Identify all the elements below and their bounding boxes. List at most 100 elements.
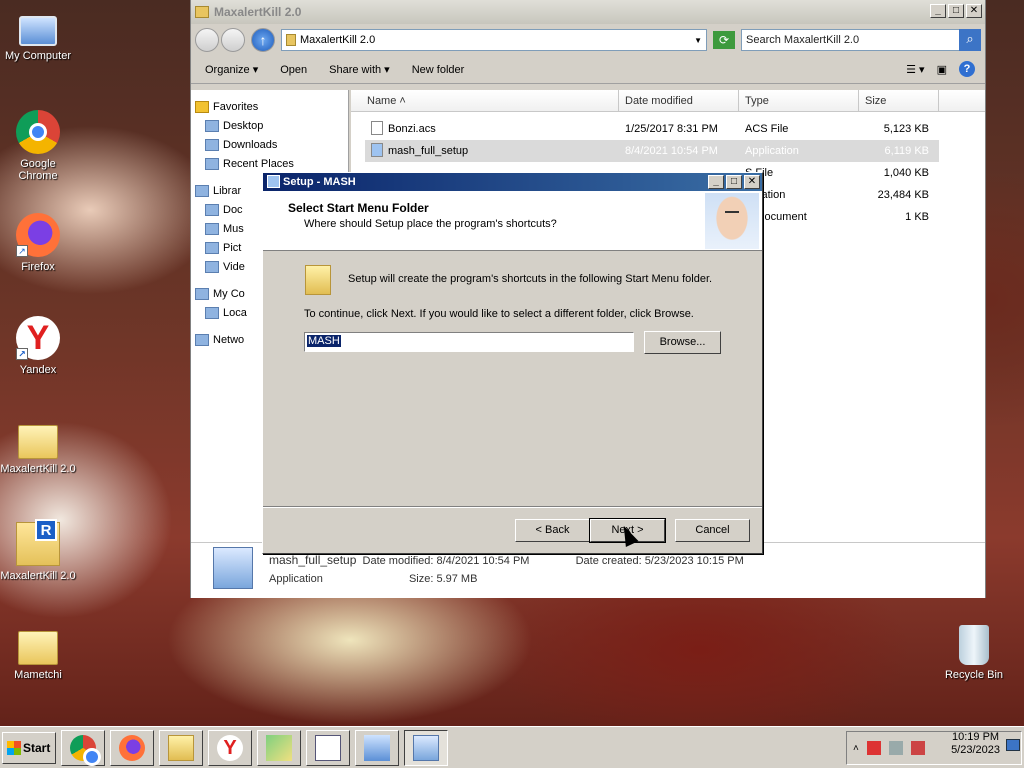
chevron-up-icon[interactable]: ˄	[853, 743, 859, 754]
taskbar: Start Y ˄ 10:19 PM 5/23/2023	[0, 726, 1024, 768]
music-icon	[205, 223, 219, 235]
taskbar-yandex[interactable]: Y	[208, 729, 252, 766]
maxalertkill-icon: R	[16, 519, 60, 566]
column-header-type[interactable]: Type	[739, 90, 859, 111]
views-icon[interactable]: ☰ ▾	[906, 63, 924, 76]
column-header-date[interactable]: Date modified	[619, 90, 739, 111]
desktop-icon-label: Yandex	[19, 364, 57, 376]
back-button[interactable]: < Back	[515, 519, 590, 542]
clock-date: 5/23/2023	[951, 744, 1000, 756]
desktop-icon-recycle-bin[interactable]: Recycle Bin	[936, 625, 1012, 681]
search-icon[interactable]: ⌕	[959, 29, 981, 51]
firefox-icon: ↗	[16, 213, 60, 257]
setup-app-icon	[213, 547, 253, 589]
recycle-bin-icon	[959, 625, 989, 665]
search-placeholder: Search MaxalertKill 2.0	[746, 34, 860, 46]
drive-icon	[205, 307, 219, 319]
search-input[interactable]: Search MaxalertKill 2.0 ⌕	[741, 29, 981, 51]
chrome-icon	[16, 110, 60, 154]
taskbar-setup-mash[interactable]	[404, 729, 448, 766]
close-button[interactable]: ✕	[744, 175, 760, 189]
close-button[interactable]: ✕	[966, 4, 982, 18]
maximize-button[interactable]: □	[726, 175, 742, 189]
column-header-name[interactable]: Name ˄	[351, 90, 619, 111]
maximize-button[interactable]: □	[948, 4, 964, 18]
shortcut-arrow-icon: ↗	[16, 348, 28, 360]
desktop-icon-yandex[interactable]: Y ↗ Yandex	[0, 316, 76, 376]
start-menu-folder-input[interactable]: MASH	[304, 332, 634, 352]
nav-downloads[interactable]: Downloads	[191, 136, 348, 155]
setup-dialog: Setup - MASH _ □ ✕ Select Start Menu Fol…	[262, 172, 763, 554]
cancel-button[interactable]: Cancel	[675, 519, 750, 542]
file-row-selected[interactable]: mash_full_setup 8/4/2021 10:54 PM Applic…	[365, 140, 939, 162]
address-text: MaxalertKill 2.0	[300, 34, 376, 46]
documents-icon	[205, 204, 219, 216]
desktop-icon-maxalertkill-folder[interactable]: MaxalertKill 2.0	[0, 419, 76, 475]
desktop-icon-google-chrome[interactable]: Google Chrome	[0, 110, 76, 182]
clock[interactable]: 10:19 PM 5/23/2023	[951, 731, 1000, 757]
taskbar-app-6[interactable]	[306, 729, 350, 766]
control-panel-icon	[364, 734, 390, 761]
folder-icon	[286, 34, 296, 46]
yandex-icon: Y	[217, 734, 243, 761]
open-button[interactable]: Open	[280, 64, 307, 76]
taskbar-chrome[interactable]	[61, 729, 105, 766]
network-icon[interactable]	[888, 741, 903, 755]
desktop-icon-label: MaxalertKill 2.0	[0, 570, 76, 582]
computer-icon	[19, 16, 57, 46]
volume-muted-icon[interactable]	[910, 741, 925, 755]
explorer-title-bar[interactable]: MaxalertKill 2.0 _ □ ✕	[191, 0, 985, 24]
setup-info-text: Setup will create the program's shortcut…	[348, 273, 713, 285]
column-header-size[interactable]: Size	[859, 90, 939, 111]
taskbar-app-7[interactable]	[355, 729, 399, 766]
folder-icon	[168, 734, 194, 761]
setup-subheading: Where should Setup place the program's s…	[304, 218, 557, 230]
computer-icon	[195, 288, 209, 300]
desktop-icon-label: Mametchi	[14, 669, 62, 681]
desktop-icon-my-computer[interactable]: My Computer	[0, 10, 76, 62]
share-with-button[interactable]: Share with ▾	[329, 63, 390, 76]
desktop-icon	[205, 120, 219, 132]
browse-button[interactable]: Browse...	[644, 331, 721, 354]
taskbar-app-5[interactable]	[257, 729, 301, 766]
preview-pane-icon[interactable]: ▣	[937, 63, 947, 76]
desktop-icon-mametchi[interactable]: Mametchi	[0, 625, 76, 681]
organize-button[interactable]: Organize ▾	[205, 63, 258, 76]
show-desktop-icon[interactable]	[1006, 739, 1020, 751]
libraries-icon	[195, 185, 209, 197]
desktop-icon-label: MaxalertKill 2.0	[0, 463, 76, 475]
chevron-down-icon[interactable]: ▼	[694, 36, 702, 45]
mascot-image	[705, 193, 759, 249]
taskbar-explorer[interactable]	[159, 729, 203, 766]
document-icon	[315, 734, 341, 761]
taskbar-firefox[interactable]	[110, 729, 154, 766]
desktop-icon-label: My Computer	[4, 50, 72, 62]
back-nav-button[interactable]	[195, 28, 219, 52]
address-bar[interactable]: MaxalertKill 2.0 ▼	[281, 29, 707, 51]
videos-icon	[205, 261, 219, 273]
setup-app-icon	[371, 143, 383, 157]
shortcut-arrow-icon: ↗	[16, 245, 28, 257]
nav-favorites[interactable]: Favorites	[191, 98, 348, 117]
nav-desktop[interactable]: Desktop	[191, 117, 348, 136]
forward-nav-button[interactable]	[221, 28, 245, 52]
security-alert-icon[interactable]	[866, 741, 881, 755]
file-row[interactable]: Bonzi.acs 1/25/2017 8:31 PM ACS File 5,1…	[365, 118, 985, 140]
desktop-icon-firefox[interactable]: ↗ Firefox	[0, 213, 76, 273]
desktop-icon-maxalertkill-app[interactable]: R MaxalertKill 2.0	[0, 519, 76, 582]
minimize-button[interactable]: _	[930, 4, 946, 18]
new-folder-button[interactable]: New folder	[412, 64, 465, 76]
setup-heading: Select Start Menu Folder	[288, 201, 429, 215]
address-bar-row: ↑ MaxalertKill 2.0 ▼ ⟳ Search MaxalertKi…	[191, 24, 985, 56]
start-button[interactable]: Start	[2, 731, 56, 764]
firefox-icon	[119, 734, 145, 761]
setup-title-bar[interactable]: Setup - MASH _ □ ✕	[263, 173, 762, 191]
help-icon[interactable]: ?	[959, 61, 975, 77]
refresh-icon[interactable]: ⟳	[713, 31, 735, 49]
desktop-icon-label: Firefox	[21, 261, 55, 273]
setup-header: Select Start Menu Folder Where should Se…	[263, 191, 762, 251]
minimize-button[interactable]: _	[708, 175, 724, 189]
command-bar: Organize ▾ Open Share with ▾ New folder …	[191, 56, 985, 84]
explorer-title: MaxalertKill 2.0	[214, 5, 302, 19]
up-arrow-icon[interactable]: ↑	[251, 28, 275, 52]
